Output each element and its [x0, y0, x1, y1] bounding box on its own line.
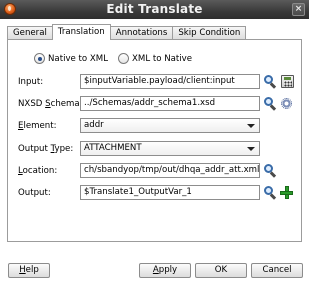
- xml-to-native-option[interactable]: XML to Native: [118, 53, 192, 64]
- tab-annotations[interactable]: Annotations: [109, 26, 174, 40]
- close-button[interactable]: ×: [292, 3, 305, 16]
- element-label: Element:: [18, 121, 57, 131]
- native-to-xml-radio[interactable]: [34, 53, 45, 64]
- search-icon[interactable]: [264, 75, 277, 89]
- nxsd-schema-field[interactable]: ../Schemas/addr_schema1.xsd: [80, 96, 260, 111]
- xml-to-native-radio[interactable]: [118, 53, 130, 64]
- element-select[interactable]: addr: [80, 118, 260, 133]
- nxsd-schema-label: NXSD Schema:: [18, 99, 83, 109]
- element-select-value: addr: [84, 120, 104, 130]
- dialog-title: Edit Translate: [106, 2, 203, 16]
- output-type-label: Output Type:: [18, 144, 74, 154]
- dialog-body: General Translation Annotations Skip Con…: [0, 19, 309, 288]
- ok-button[interactable]: OK: [195, 263, 247, 278]
- translation-panel: Native to XML XML to Native Input: $inpu…: [7, 39, 302, 242]
- xml-to-native-label: XML to Native: [132, 53, 193, 64]
- search-icon[interactable]: [264, 186, 277, 200]
- tab-bar: General Translation Annotations Skip Con…: [7, 24, 247, 40]
- gear-icon[interactable]: [281, 98, 292, 109]
- search-icon[interactable]: [264, 164, 277, 178]
- chevron-down-icon: [247, 147, 255, 151]
- plus-icon[interactable]: [280, 186, 293, 199]
- calculator-icon[interactable]: [281, 75, 294, 88]
- native-to-xml-option[interactable]: Native to XML: [34, 53, 108, 64]
- title-bar: Edit Translate ×: [0, 0, 309, 19]
- location-label: Location:: [18, 166, 58, 176]
- apply-button[interactable]: Apply: [139, 263, 191, 278]
- direction-radio-group: Native to XML XML to Native: [34, 53, 202, 64]
- help-button[interactable]: Help: [8, 263, 50, 278]
- tab-general[interactable]: General: [7, 26, 53, 40]
- output-field[interactable]: $Translate1_OutputVar_1: [80, 185, 260, 200]
- output-label: Output:: [18, 188, 51, 198]
- location-field[interactable]: ch/sbandyop/tmp/out/dhqa_addr_att.xml: [80, 163, 260, 178]
- input-field[interactable]: $inputVariable.payload/client:input: [80, 74, 260, 89]
- search-icon[interactable]: [264, 97, 277, 111]
- cancel-button[interactable]: Cancel: [251, 263, 303, 278]
- output-type-select[interactable]: ATTACHMENT: [80, 141, 260, 156]
- input-label: Input:: [18, 77, 44, 87]
- tab-skip-condition[interactable]: Skip Condition: [172, 26, 247, 40]
- tab-translation[interactable]: Translation: [51, 24, 111, 40]
- chevron-down-icon: [247, 124, 255, 128]
- output-type-select-value: ATTACHMENT: [84, 143, 142, 153]
- native-to-xml-label: Native to XML: [48, 53, 109, 64]
